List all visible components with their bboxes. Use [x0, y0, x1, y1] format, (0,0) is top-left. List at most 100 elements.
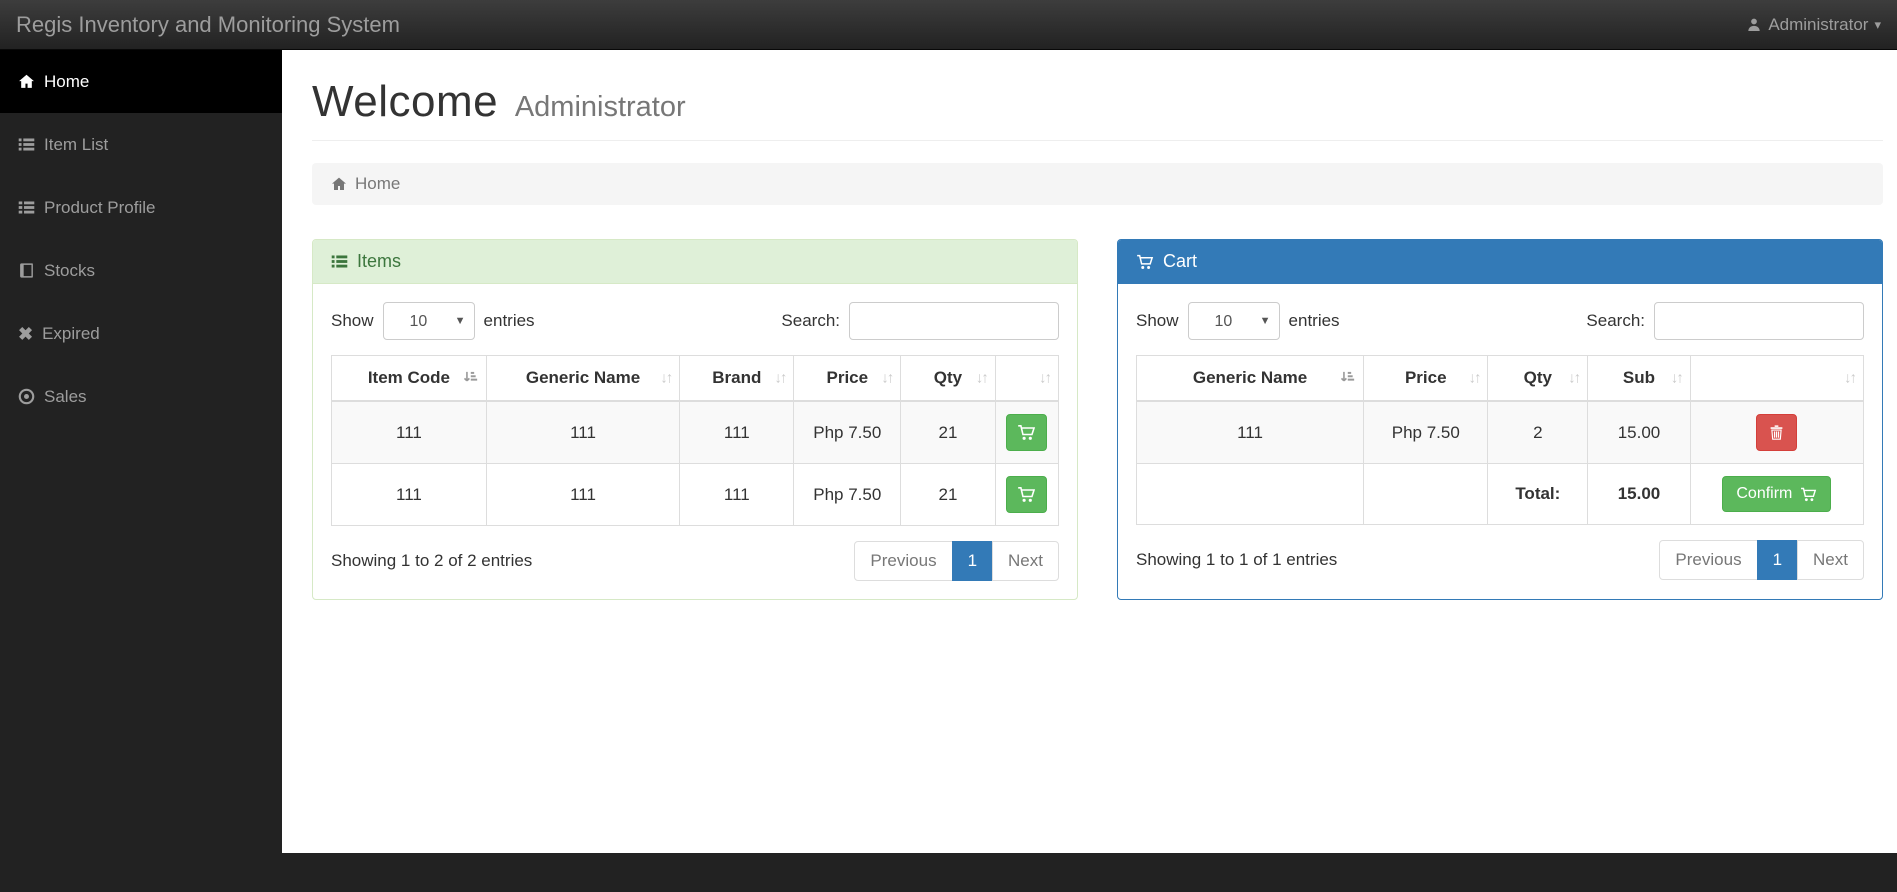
items-table-info: Showing 1 to 2 of 2 entries [331, 551, 533, 570]
cell-actions [994, 463, 1060, 526]
sort-both-icon: ↓↑ [975, 369, 989, 387]
cart-table-info: Showing 1 to 1 of 1 entries [1136, 550, 1338, 569]
cell-price: Php 7.50 [793, 400, 902, 464]
items-page-size-select[interactable]: 10 [382, 302, 475, 340]
cell-qty: 21 [900, 463, 996, 526]
page-number-button[interactable]: 1 [1756, 540, 1799, 580]
list-alt-icon [18, 199, 35, 216]
sort-both-icon: ↓↑ [1844, 369, 1857, 387]
column-header-actions[interactable]: ↓↑ [994, 355, 1060, 402]
cart-page-size-select[interactable]: 10 [1187, 302, 1280, 340]
items-panel: Items Show 10 ▼ entries Search: Item Cod… [312, 239, 1078, 600]
page-subtitle: Administrator [514, 91, 686, 123]
sidebar-item-stocks[interactable]: Stocks [0, 239, 282, 302]
previous-page-button[interactable]: Previous [1659, 540, 1758, 580]
show-label: Show [1136, 311, 1179, 330]
confirm-button-label: Confirm [1736, 485, 1793, 502]
items-panel-header: Items [313, 240, 1077, 284]
sidebar-item-expired[interactable]: ✖ Expired [0, 302, 282, 365]
cell-sub: 15.00 [1587, 400, 1691, 464]
cart-icon [1136, 253, 1154, 271]
column-header-generic-name[interactable]: Generic Name [1135, 355, 1365, 402]
cell-price: Php 7.50 [1363, 400, 1489, 464]
column-header-generic-name[interactable]: Generic Name ↓↑ [485, 355, 681, 402]
cart-icon [1800, 486, 1817, 503]
cell-generic-name: 111 [1135, 400, 1365, 464]
table-row: 111 Php 7.50 2 15.00 [1135, 400, 1865, 464]
items-search-input[interactable] [849, 302, 1059, 340]
sidebar-item-sales[interactable]: Sales [0, 365, 282, 428]
column-header-qty[interactable]: Qty ↓↑ [900, 355, 996, 402]
sidebar-item-label: Expired [42, 323, 100, 343]
user-menu[interactable]: Administrator ▾ [1746, 15, 1881, 35]
book-icon [18, 262, 35, 279]
previous-page-button[interactable]: Previous [854, 541, 953, 581]
table-row: 111 111 111 Php 7.50 21 [331, 400, 1060, 464]
app-title: Regis Inventory and Monitoring System [16, 11, 400, 37]
cell-brand: 111 [679, 463, 795, 526]
sort-both-icon: ↓↑ [1039, 369, 1052, 387]
table-row-total: Total: 15.00 Confirm [1135, 463, 1865, 525]
column-header-price[interactable]: Price ↓↑ [1363, 355, 1489, 402]
cell-qty: 2 [1487, 400, 1589, 464]
cart-icon [1017, 423, 1036, 442]
sidebar-item-label: Item List [44, 134, 109, 154]
items-pagination: Previous 1 Next [854, 541, 1059, 581]
cart-search-input[interactable] [1654, 302, 1864, 340]
cell-actions [1689, 400, 1865, 464]
items-table: Item Code Generic Name ↓↑ Brand ↓↑ Price… [331, 355, 1060, 526]
dot-circle-icon [18, 388, 35, 405]
cell-empty [1135, 463, 1365, 525]
page-number-button[interactable]: 1 [951, 541, 994, 581]
sidebar-item-label: Home [44, 71, 90, 91]
show-label: Show [331, 311, 374, 330]
column-header-qty[interactable]: Qty ↓↑ [1487, 355, 1589, 402]
sort-asc-icon [463, 371, 478, 386]
add-to-cart-button[interactable] [1006, 476, 1048, 513]
sort-both-icon: ↓↑ [1568, 369, 1581, 387]
page-title: Welcome [312, 77, 499, 126]
cell-actions: Confirm [1689, 463, 1865, 525]
cell-generic-name: 111 [485, 463, 681, 526]
confirm-order-button[interactable]: Confirm [1722, 476, 1832, 512]
footer-bar [0, 853, 1897, 892]
sidebar-item-item-list[interactable]: Item List [0, 113, 282, 176]
sidebar-item-label: Product Profile [44, 197, 156, 217]
sidebar-item-label: Sales [44, 386, 87, 406]
cell-qty: 21 [900, 400, 996, 464]
user-icon [1746, 17, 1762, 33]
add-to-cart-button[interactable] [1006, 414, 1048, 451]
column-header-price[interactable]: Price ↓↑ [793, 355, 902, 402]
total-value: 15.00 [1587, 463, 1691, 525]
home-icon [18, 73, 35, 90]
cell-item-code: 111 [331, 463, 487, 526]
caret-down-icon: ▾ [1874, 17, 1881, 32]
column-header-item-code[interactable]: Item Code [331, 355, 487, 402]
sort-both-icon: ↓↑ [660, 369, 673, 387]
sort-asc-icon [1340, 371, 1355, 386]
sort-both-icon: ↓↑ [1468, 369, 1481, 387]
user-menu-label: Administrator [1768, 14, 1869, 34]
column-header-actions[interactable]: ↓↑ [1689, 355, 1865, 402]
trash-icon [1768, 424, 1785, 441]
sidebar-item-product-profile[interactable]: Product Profile [0, 176, 282, 239]
cell-price: Php 7.50 [793, 463, 902, 526]
breadcrumb-home[interactable]: Home [355, 174, 400, 194]
column-header-brand[interactable]: Brand ↓↑ [679, 355, 795, 402]
remove-from-cart-button[interactable] [1756, 414, 1798, 451]
next-page-button[interactable]: Next [1797, 540, 1864, 580]
table-row: 111 111 111 Php 7.50 21 [331, 463, 1060, 526]
search-label: Search: [1586, 311, 1645, 330]
remove-icon: ✖ [18, 323, 34, 344]
search-label: Search: [781, 311, 840, 330]
sort-both-icon: ↓↑ [1670, 369, 1684, 387]
cart-icon [1017, 485, 1036, 504]
next-page-button[interactable]: Next [992, 541, 1059, 581]
list-icon [331, 253, 348, 270]
main-content: Welcome Administrator Home Items Show 10… [282, 50, 1897, 853]
column-header-sub[interactable]: Sub ↓↑ [1587, 355, 1691, 402]
cart-panel: Cart Show 10 ▼ entries Search: Generic N… [1117, 239, 1883, 600]
sidebar: Home Item List Product Profile Stocks ✖ … [0, 50, 282, 853]
home-icon [331, 176, 347, 192]
sidebar-item-home[interactable]: Home [0, 50, 282, 113]
